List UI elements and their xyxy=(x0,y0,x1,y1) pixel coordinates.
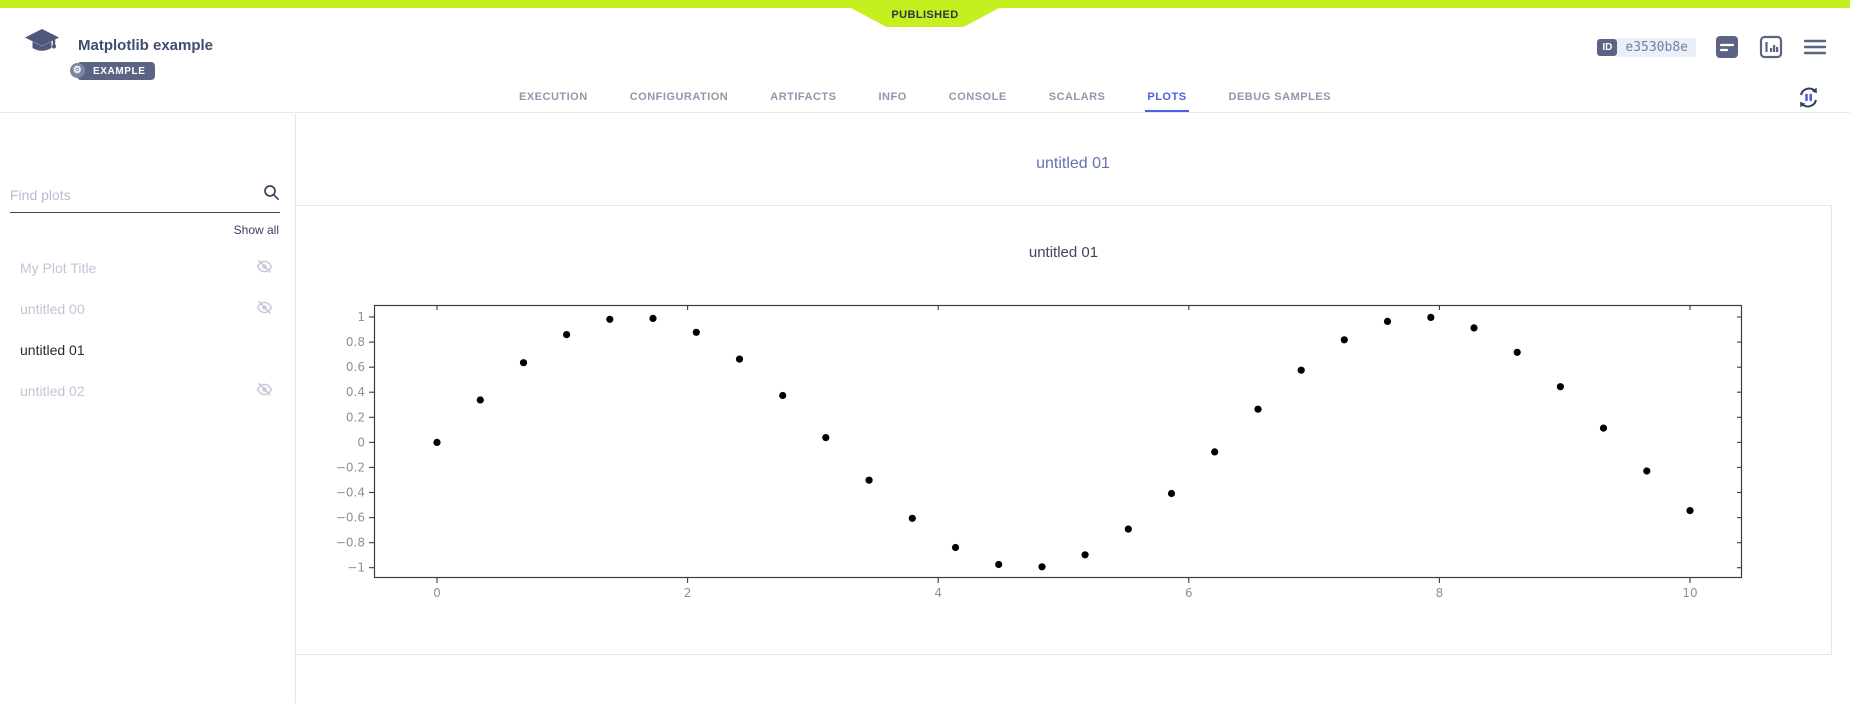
svg-text:10: 10 xyxy=(1682,586,1697,600)
plot-list-item[interactable]: untitled 02 xyxy=(0,370,295,411)
svg-text:0.6: 0.6 xyxy=(346,360,365,374)
svg-text:6: 6 xyxy=(1185,586,1193,600)
tab-plots[interactable]: PLOTS xyxy=(1145,91,1188,112)
tab-artifacts[interactable]: ARTIFACTS xyxy=(768,91,838,112)
id-badge-icon: ID xyxy=(1597,39,1617,56)
svg-text:−0.2: −0.2 xyxy=(336,460,365,474)
tab-info[interactable]: INFO xyxy=(877,91,909,112)
auto-refresh-toggle[interactable] xyxy=(1795,84,1822,116)
details-panel-button[interactable] xyxy=(1714,34,1740,60)
plot-list: My Plot Title untitled 00 untitled 01 un… xyxy=(0,247,295,411)
show-all-link[interactable]: Show all xyxy=(234,223,279,237)
example-tag-badge[interactable]: ⚙ EXAMPLE xyxy=(77,62,155,80)
plot-search xyxy=(10,184,280,213)
plots-main: untitled 01 untitled 01 0246810−1−0.8−0.… xyxy=(296,114,1850,703)
tab-console[interactable]: CONSOLE xyxy=(947,91,1009,112)
brand: Matplotlib example xyxy=(24,28,213,63)
app-window: PUBLISHED Matplotlib example ⚙ EXAMPLE I… xyxy=(0,0,1850,703)
app-logo-icon xyxy=(24,28,60,63)
experiment-id-value: e3530b8e xyxy=(1617,38,1696,57)
search-icon[interactable] xyxy=(263,184,280,206)
list-lines-icon xyxy=(1715,35,1739,59)
eye-off-icon[interactable] xyxy=(256,381,273,401)
tab-debug-samples[interactable]: DEBUG SAMPLES xyxy=(1227,91,1333,112)
plot-group-title: untitled 01 xyxy=(296,155,1850,173)
svg-text:8: 8 xyxy=(1436,586,1444,600)
plots-sidebar: Show all My Plot Title untitled 00 untit… xyxy=(0,114,296,703)
side-panel-chart-button[interactable] xyxy=(1758,34,1784,60)
scatter-plot[interactable]: 0246810−1−0.8−0.6−0.4−0.200.20.40.60.81 xyxy=(374,305,1742,578)
tab-scalars[interactable]: SCALARS xyxy=(1047,91,1108,112)
svg-text:−0.4: −0.4 xyxy=(336,486,365,500)
eye-off-icon[interactable] xyxy=(256,299,273,319)
content: Show all My Plot Title untitled 00 untit… xyxy=(0,114,1850,703)
header-actions: ID e3530b8e xyxy=(1597,34,1828,60)
status-ribbon-label: PUBLISHED xyxy=(891,8,958,22)
example-tag-label: EXAMPLE xyxy=(93,66,146,77)
refresh-pause-icon xyxy=(1795,84,1822,111)
svg-text:−1: −1 xyxy=(347,561,365,575)
tab-bar: EXECUTION CONFIGURATION ARTIFACTS INFO C… xyxy=(0,91,1850,112)
svg-text:−0.6: −0.6 xyxy=(336,511,365,525)
plot-card: untitled 01 0246810−1−0.8−0.6−0.4−0.200.… xyxy=(296,205,1832,655)
plot-title: untitled 01 xyxy=(296,244,1831,261)
svg-text:4: 4 xyxy=(934,586,942,600)
svg-text:1: 1 xyxy=(357,310,365,324)
show-all-row: Show all xyxy=(0,213,295,239)
svg-text:0.8: 0.8 xyxy=(346,335,365,349)
scatter-plot-canvas[interactable]: 0246810−1−0.8−0.6−0.4−0.200.20.40.60.81 xyxy=(374,305,1742,578)
plot-list-item-selected[interactable]: untitled 01 xyxy=(0,329,295,370)
eye-off-icon[interactable] xyxy=(256,258,273,278)
gear-icon: ⚙ xyxy=(70,63,85,78)
panel-chart-icon xyxy=(1759,35,1783,59)
plot-list-item[interactable]: My Plot Title xyxy=(0,247,295,288)
svg-text:−0.8: −0.8 xyxy=(336,536,365,550)
svg-text:0: 0 xyxy=(433,586,441,600)
tab-execution[interactable]: EXECUTION xyxy=(517,91,590,112)
hamburger-menu-button[interactable] xyxy=(1802,34,1828,60)
experiment-id-chip[interactable]: ID e3530b8e xyxy=(1597,38,1696,57)
status-bar xyxy=(0,0,1850,8)
experiment-title: Matplotlib example xyxy=(78,37,213,54)
svg-text:0.4: 0.4 xyxy=(346,385,365,399)
svg-text:0: 0 xyxy=(357,435,365,449)
hamburger-icon xyxy=(1804,38,1826,56)
svg-text:0.2: 0.2 xyxy=(346,410,365,424)
plot-list-item[interactable]: untitled 00 xyxy=(0,288,295,329)
search-input[interactable] xyxy=(10,187,263,203)
svg-text:2: 2 xyxy=(684,586,692,600)
tab-configuration[interactable]: CONFIGURATION xyxy=(628,91,731,112)
